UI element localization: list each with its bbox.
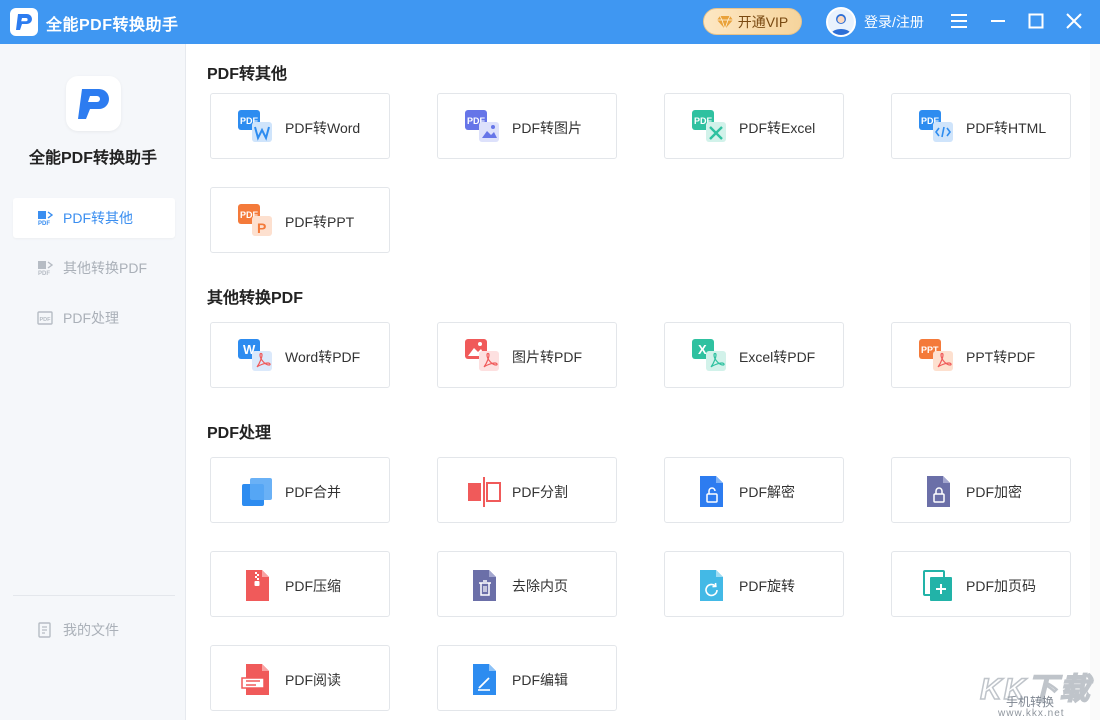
close-icon[interactable] (1064, 11, 1084, 31)
tool-card-label: 去除内页 (512, 578, 568, 594)
svg-text:X: X (698, 342, 707, 357)
tool-card-pdf-to-image[interactable]: PDF PDF转图片 (437, 93, 617, 159)
tool-card-pdf-read[interactable]: PDF阅读 (210, 645, 390, 711)
file-icon (38, 622, 51, 638)
ppt-to-pdf-icon: PPT (919, 339, 953, 371)
vip-label: 开通VIP (737, 13, 789, 30)
sidebar-item-pdf-to-other[interactable]: PDF PDF转其他 (13, 198, 175, 238)
tool-card-label: PDF编辑 (512, 672, 568, 688)
tool-card-label: PDF合并 (285, 484, 341, 500)
pdf-merge-icon (242, 478, 272, 506)
pdf-decrypt-icon (700, 476, 723, 507)
pdf-to-ppt-icon: PDF P (238, 204, 272, 236)
tool-card-label: PDF转Word (285, 120, 361, 136)
tool-card-label: PDF压缩 (285, 578, 341, 594)
pdf-to-word-icon: PDF (238, 110, 272, 142)
menu-icon[interactable] (949, 11, 969, 31)
tool-card-pdf-split[interactable]: PDF分割 (437, 457, 617, 523)
pdf-edit-icon (473, 664, 496, 695)
tool-card-pdf-to-excel[interactable]: PDF PDF转Excel (664, 93, 844, 159)
section-title: PDF转其他 (207, 66, 288, 83)
tool-card-label: PDF解密 (739, 484, 795, 500)
tool-card-label: PDF加页码 (966, 578, 1036, 594)
sidebar-item-label: PDF转其他 (63, 210, 133, 226)
tool-card-label: 图片转PDF (512, 349, 582, 365)
tool-card-label: Excel转PDF (739, 349, 816, 365)
app-title: 全能PDF转换助手 (46, 17, 179, 34)
tool-card-label: PDF旋转 (739, 578, 795, 594)
tool-card-pdf-to-word[interactable]: PDF PDF转Word (210, 93, 390, 159)
tool-card-pdf-page-number[interactable]: PDF加页码 (891, 551, 1071, 617)
tool-card-image-to-pdf[interactable]: 图片转PDF (437, 322, 617, 388)
tool-card-ppt-to-pdf[interactable]: PPT PPT转PDF (891, 322, 1071, 388)
tool-card-label: PDF转图片 (512, 120, 582, 136)
pdf-split-icon (468, 477, 501, 507)
sidebar-item-pdf-process[interactable]: PDF PDF处理 (13, 298, 175, 338)
tool-card-pdf-compress[interactable]: PDF压缩 (210, 551, 390, 617)
app-logo-icon (10, 8, 38, 36)
pdf-rotate-icon (700, 570, 723, 601)
pdf-to-html-icon: PDF (919, 110, 953, 142)
tool-card-label: PPT转PDF (966, 349, 1036, 365)
scrollbar[interactable] (1090, 44, 1100, 720)
tool-card-pdf-decrypt[interactable]: PDF解密 (664, 457, 844, 523)
section-title: PDF处理 (207, 425, 272, 442)
app-logo-icon (66, 76, 121, 131)
diamond-icon (716, 15, 733, 29)
pdf-to-image-icon: PDF (465, 110, 499, 142)
to-pdf-icon: PDF (38, 261, 53, 276)
sidebar-item-other-to-pdf[interactable]: PDF 其他转换PDF (13, 248, 175, 288)
pdf-process-icon: PDF (37, 311, 53, 325)
section-title: 其他转换PDF (207, 290, 304, 307)
pdf-page-number-icon (923, 570, 952, 601)
sidebar-item-label: PDF处理 (63, 310, 119, 326)
tool-card-label: PDF转PPT (285, 214, 355, 230)
main-content: PDF转其他 PDF PDF转Word PDF PDF转图片 PDF PDF转E… (186, 44, 1090, 720)
tool-card-pdf-encrypt[interactable]: PDF加密 (891, 457, 1071, 523)
tool-card-pdf-edit[interactable]: PDF编辑 (437, 645, 617, 711)
sidebar-app-name: 全能PDF转换助手 (28, 150, 157, 167)
tool-card-label: PDF转HTML (966, 120, 1047, 136)
tool-card-label: PDF分割 (512, 484, 568, 500)
vip-button[interactable]: 开通VIP (703, 8, 802, 35)
pdf-compress-icon (246, 570, 269, 601)
tool-card-excel-to-pdf[interactable]: X Excel转PDF (664, 322, 844, 388)
pdf-to-excel-icon: PDF (692, 110, 726, 142)
minimize-icon[interactable] (988, 11, 1008, 31)
tool-card-pdf-to-html[interactable]: PDF PDF转HTML (891, 93, 1071, 159)
tool-card-pdf-rotate[interactable]: PDF旋转 (664, 551, 844, 617)
svg-text:PDF: PDF (38, 221, 50, 226)
svg-text:PDF: PDF (38, 271, 50, 276)
sidebar: 全能PDF转换助手 PDF PDF转其他 PDF 其他转换PDF PDF PDF… (0, 44, 186, 720)
tool-card-label: PDF加密 (966, 484, 1022, 500)
tool-card-label: Word转PDF (285, 349, 361, 365)
remove-pages-icon (473, 570, 496, 601)
sidebar-item-label: 其他转换PDF (63, 260, 147, 276)
sidebar-item-my-files[interactable]: 我的文件 (13, 610, 175, 650)
sidebar-divider (13, 595, 175, 596)
tool-card-pdf-to-ppt[interactable]: PDF P PDF转PPT (210, 187, 390, 253)
login-register-link[interactable]: 登录/注册 (864, 12, 924, 32)
pdf-read-icon (241, 664, 269, 695)
tool-card-word-to-pdf[interactable]: W Word转PDF (210, 322, 390, 388)
maximize-icon[interactable] (1026, 11, 1046, 31)
tool-card-remove-pages[interactable]: 去除内页 (437, 551, 617, 617)
pdf-encrypt-icon (927, 476, 950, 507)
tool-card-pdf-merge[interactable]: PDF合并 (210, 457, 390, 523)
svg-text:P: P (257, 220, 266, 236)
tool-card-label: PDF阅读 (285, 672, 341, 688)
word-to-pdf-icon: W (238, 339, 272, 371)
image-to-pdf-icon (465, 339, 499, 371)
tool-card-label: PDF转Excel (739, 120, 816, 136)
avatar[interactable] (826, 7, 856, 37)
pdf-convert-icon: PDF (38, 211, 53, 226)
sidebar-item-label: 我的文件 (63, 622, 119, 638)
title-bar: 全能PDF转换助手 开通VIP 登录/注册 (0, 0, 1100, 44)
svg-text:PDF: PDF (40, 317, 52, 323)
excel-to-pdf-icon: X (692, 339, 726, 371)
